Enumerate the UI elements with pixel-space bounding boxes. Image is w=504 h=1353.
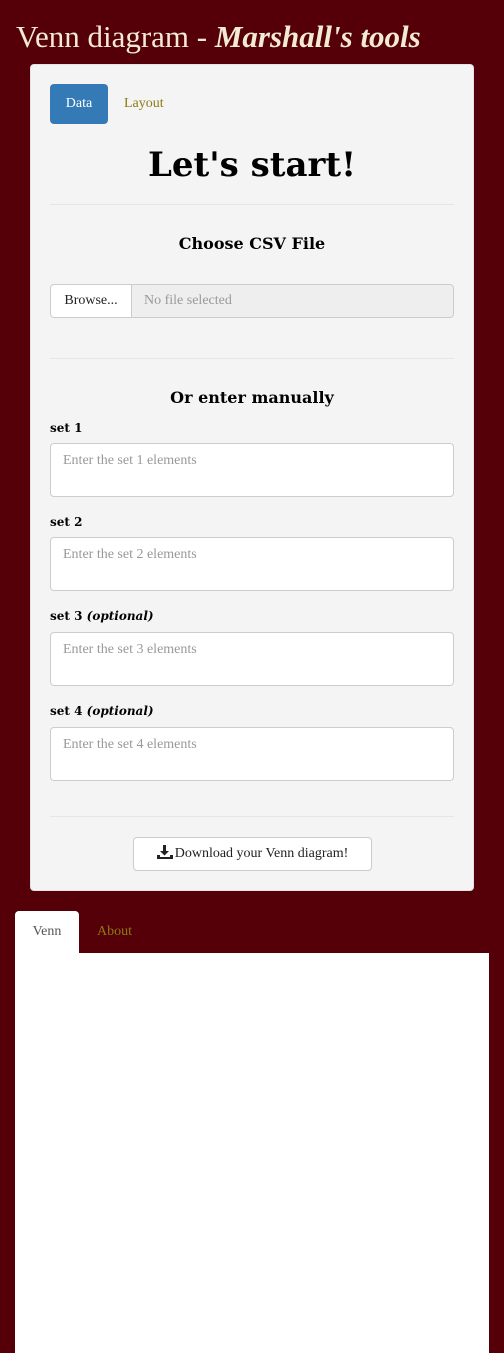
page-heading: Let's start! xyxy=(147,145,357,185)
divider xyxy=(50,816,454,817)
set-1-label-text: set 1 xyxy=(50,421,83,435)
set-1-label: set 1 xyxy=(50,420,82,436)
set-4-label: set 4 (optional) xyxy=(50,703,154,719)
file-status-field[interactable]: No file selected xyxy=(131,284,454,318)
optional-note: (optional) xyxy=(86,609,154,623)
set-3-label: set 3 (optional) xyxy=(50,608,154,624)
download-venn-button[interactable]: Download your Venn diagram! xyxy=(133,837,372,871)
set-3-label-text: set 3 xyxy=(50,609,83,623)
set-2-label-text: set 2 xyxy=(50,515,83,529)
divider xyxy=(50,358,454,359)
venn-output-area xyxy=(15,953,489,1353)
set-4-input[interactable] xyxy=(50,727,454,781)
browse-button[interactable]: Browse... xyxy=(50,284,132,318)
tab-data[interactable]: Data xyxy=(50,84,108,124)
tab-layout[interactable]: Layout xyxy=(124,84,164,124)
tab-about[interactable]: About xyxy=(97,911,132,953)
app-title-main: Venn diagram - xyxy=(16,19,215,54)
csv-file-input: Browse... No file selected xyxy=(50,284,454,318)
tab-venn[interactable]: Venn xyxy=(15,911,79,953)
download-icon xyxy=(156,845,175,861)
manual-section-title: Or enter manually xyxy=(170,388,334,407)
set-3-input[interactable] xyxy=(50,632,454,686)
csv-section-title: Choose CSV File xyxy=(178,234,326,253)
app-title-subtitle: Marshall's tools xyxy=(214,19,421,54)
optional-note: (optional) xyxy=(86,704,154,718)
sidebar-panel: Data Layout Let's start! Choose CSV File… xyxy=(30,64,474,891)
output-tabs: Venn About xyxy=(15,911,489,953)
set-2-label: set 2 xyxy=(50,514,82,530)
divider xyxy=(50,204,454,205)
download-label: Download your Venn diagram! xyxy=(174,846,349,861)
set-2-input[interactable] xyxy=(50,537,454,591)
app-title: Venn diagram - Marshall's tools xyxy=(16,16,421,58)
set-4-label-text: set 4 xyxy=(50,704,83,718)
set-1-input[interactable] xyxy=(50,443,454,497)
